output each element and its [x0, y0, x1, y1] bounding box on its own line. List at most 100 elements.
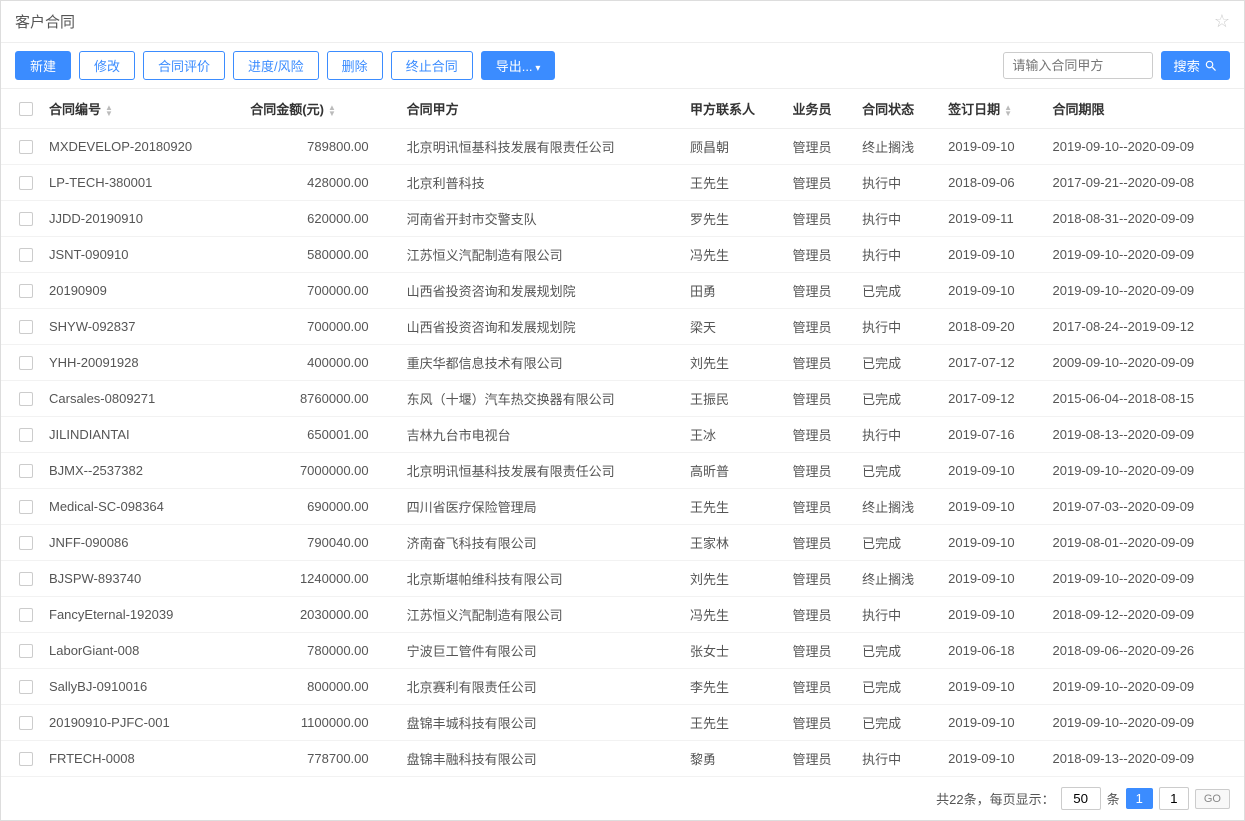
cell-contact: 高昕普: [682, 453, 784, 489]
edit-button[interactable]: 修改: [79, 51, 135, 80]
cell-party-a: 北京利普科技: [399, 165, 682, 201]
cell-contact: 王家林: [682, 525, 784, 561]
cell-party-a: 北京明讯恒基科技发展有限责任公司: [399, 453, 682, 489]
cell-amount: 650001.00: [242, 417, 398, 453]
row-checkbox[interactable]: [19, 752, 33, 766]
cell-party-a: 北京赛利有限责任公司: [399, 669, 682, 705]
cell-status: 已完成: [854, 705, 940, 741]
table-row[interactable]: BJMX--2537382 7000000.00 北京明讯恒基科技发展有限责任公…: [1, 453, 1244, 489]
cell-sales: 管理员: [785, 129, 855, 165]
row-checkbox[interactable]: [19, 356, 33, 370]
page-size-input[interactable]: [1061, 787, 1101, 810]
cell-period: 2009-09-10--2020-09-09: [1045, 345, 1245, 381]
col-amount[interactable]: 合同金额(元)▲▼: [242, 89, 398, 129]
row-checkbox[interactable]: [19, 500, 33, 514]
cell-sign-date: 2019-09-10: [940, 525, 1044, 561]
cell-status: 执行中: [854, 309, 940, 345]
row-checkbox[interactable]: [19, 284, 33, 298]
cell-period: 2017-08-24--2019-09-12: [1045, 309, 1245, 345]
table-row[interactable]: Carsales-0809271 8760000.00 东风（十堰）汽车热交换器…: [1, 381, 1244, 417]
star-icon[interactable]: ☆: [1214, 11, 1230, 32]
select-all-checkbox[interactable]: [19, 102, 33, 116]
col-code[interactable]: 合同编号▲▼: [41, 89, 242, 129]
row-checkbox[interactable]: [19, 536, 33, 550]
table-row[interactable]: Medical-SC-098364 690000.00 四川省医疗保险管理局 王…: [1, 489, 1244, 525]
table-row[interactable]: JSNT-090910 580000.00 江苏恒义汽配制造有限公司 冯先生 管…: [1, 237, 1244, 273]
table-row[interactable]: YHH-20091928 400000.00 重庆华都信息技术有限公司 刘先生 …: [1, 345, 1244, 381]
cell-sign-date: 2019-09-10: [940, 561, 1044, 597]
cell-code: JJDD-20190910: [41, 201, 242, 237]
table-row[interactable]: JJDD-20190910 620000.00 河南省开封市交警支队 罗先生 管…: [1, 201, 1244, 237]
row-checkbox[interactable]: [19, 608, 33, 622]
cell-contact: 李先生: [682, 669, 784, 705]
cell-status: 已完成: [854, 633, 940, 669]
col-sign-date[interactable]: 签订日期▲▼: [940, 89, 1044, 129]
cell-amount: 790040.00: [242, 525, 398, 561]
new-button[interactable]: 新建: [15, 51, 71, 80]
table-row[interactable]: FRTECH-0008 778700.00 盘锦丰融科技有限公司 黎勇 管理员 …: [1, 741, 1244, 777]
cell-amount: 400000.00: [242, 345, 398, 381]
row-checkbox[interactable]: [19, 320, 33, 334]
search-input[interactable]: [1003, 52, 1153, 79]
cell-party-a: 江苏恒义汽配制造有限公司: [399, 237, 682, 273]
cell-period: 2019-09-10--2020-09-09: [1045, 273, 1245, 309]
current-page[interactable]: 1: [1126, 788, 1153, 809]
row-checkbox[interactable]: [19, 212, 33, 226]
cell-sign-date: 2019-09-10: [940, 237, 1044, 273]
cell-contact: 王先生: [682, 489, 784, 525]
contracts-table: 合同编号▲▼ 合同金额(元)▲▼ 合同甲方 甲方联系人 业务员 合同状态 签订日…: [1, 89, 1244, 777]
cell-period: 2019-09-10--2020-09-09: [1045, 669, 1245, 705]
cell-code: SallyBJ-0910016: [41, 669, 242, 705]
cell-sales: 管理员: [785, 237, 855, 273]
row-checkbox[interactable]: [19, 572, 33, 586]
cell-sales: 管理员: [785, 633, 855, 669]
cell-contact: 王振民: [682, 381, 784, 417]
cell-party-a: 北京明讯恒基科技发展有限责任公司: [399, 129, 682, 165]
row-checkbox[interactable]: [19, 644, 33, 658]
cell-amount: 778700.00: [242, 741, 398, 777]
delete-button[interactable]: 删除: [327, 51, 383, 80]
cell-period: 2019-09-10--2020-09-09: [1045, 129, 1245, 165]
evaluate-button[interactable]: 合同评价: [143, 51, 225, 80]
page-size-unit: 条: [1107, 789, 1120, 808]
row-checkbox[interactable]: [19, 392, 33, 406]
table-row[interactable]: FancyEternal-192039 2030000.00 江苏恒义汽配制造有…: [1, 597, 1244, 633]
table-row[interactable]: LaborGiant-008 780000.00 宁波巨工管件有限公司 张女士 …: [1, 633, 1244, 669]
row-checkbox[interactable]: [19, 680, 33, 694]
goto-page-input[interactable]: [1159, 787, 1189, 810]
export-button[interactable]: 导出...: [481, 51, 556, 80]
row-checkbox[interactable]: [19, 140, 33, 154]
cell-amount: 8760000.00: [242, 381, 398, 417]
row-checkbox[interactable]: [19, 428, 33, 442]
cell-code: YHH-20091928: [41, 345, 242, 381]
cell-sales: 管理员: [785, 525, 855, 561]
row-checkbox[interactable]: [19, 716, 33, 730]
search-button[interactable]: 搜索: [1161, 51, 1230, 80]
cell-code: FRTECH-0008: [41, 741, 242, 777]
terminate-button[interactable]: 终止合同: [391, 51, 473, 80]
cell-sales: 管理员: [785, 489, 855, 525]
table-row[interactable]: JNFF-090086 790040.00 济南奋飞科技有限公司 王家林 管理员…: [1, 525, 1244, 561]
progress-button[interactable]: 进度/风险: [233, 51, 319, 80]
go-button[interactable]: GO: [1195, 789, 1230, 809]
cell-status: 执行中: [854, 741, 940, 777]
row-checkbox[interactable]: [19, 176, 33, 190]
cell-period: 2019-07-03--2020-09-09: [1045, 489, 1245, 525]
cell-contact: 梁天: [682, 309, 784, 345]
table-row[interactable]: SHYW-092837 700000.00 山西省投资咨询和发展规划院 梁天 管…: [1, 309, 1244, 345]
table-row[interactable]: MXDEVELOP-20180920 789800.00 北京明讯恒基科技发展有…: [1, 129, 1244, 165]
row-checkbox[interactable]: [19, 464, 33, 478]
table-row[interactable]: JILINDIANTAI 650001.00 吉林九台市电视台 王冰 管理员 执…: [1, 417, 1244, 453]
row-checkbox[interactable]: [19, 248, 33, 262]
cell-sales: 管理员: [785, 453, 855, 489]
table-row[interactable]: SallyBJ-0910016 800000.00 北京赛利有限责任公司 李先生…: [1, 669, 1244, 705]
cell-period: 2018-09-06--2020-09-26: [1045, 633, 1245, 669]
table-row[interactable]: BJSPW-893740 1240000.00 北京斯堪帕维科技有限公司 刘先生…: [1, 561, 1244, 597]
table-row[interactable]: 20190909 700000.00 山西省投资咨询和发展规划院 田勇 管理员 …: [1, 273, 1244, 309]
cell-status: 执行中: [854, 237, 940, 273]
cell-code: JSNT-090910: [41, 237, 242, 273]
table-row[interactable]: LP-TECH-380001 428000.00 北京利普科技 王先生 管理员 …: [1, 165, 1244, 201]
cell-sign-date: 2019-07-16: [940, 417, 1044, 453]
cell-code: LaborGiant-008: [41, 633, 242, 669]
table-row[interactable]: 20190910-PJFC-001 1100000.00 盘锦丰城科技有限公司 …: [1, 705, 1244, 741]
